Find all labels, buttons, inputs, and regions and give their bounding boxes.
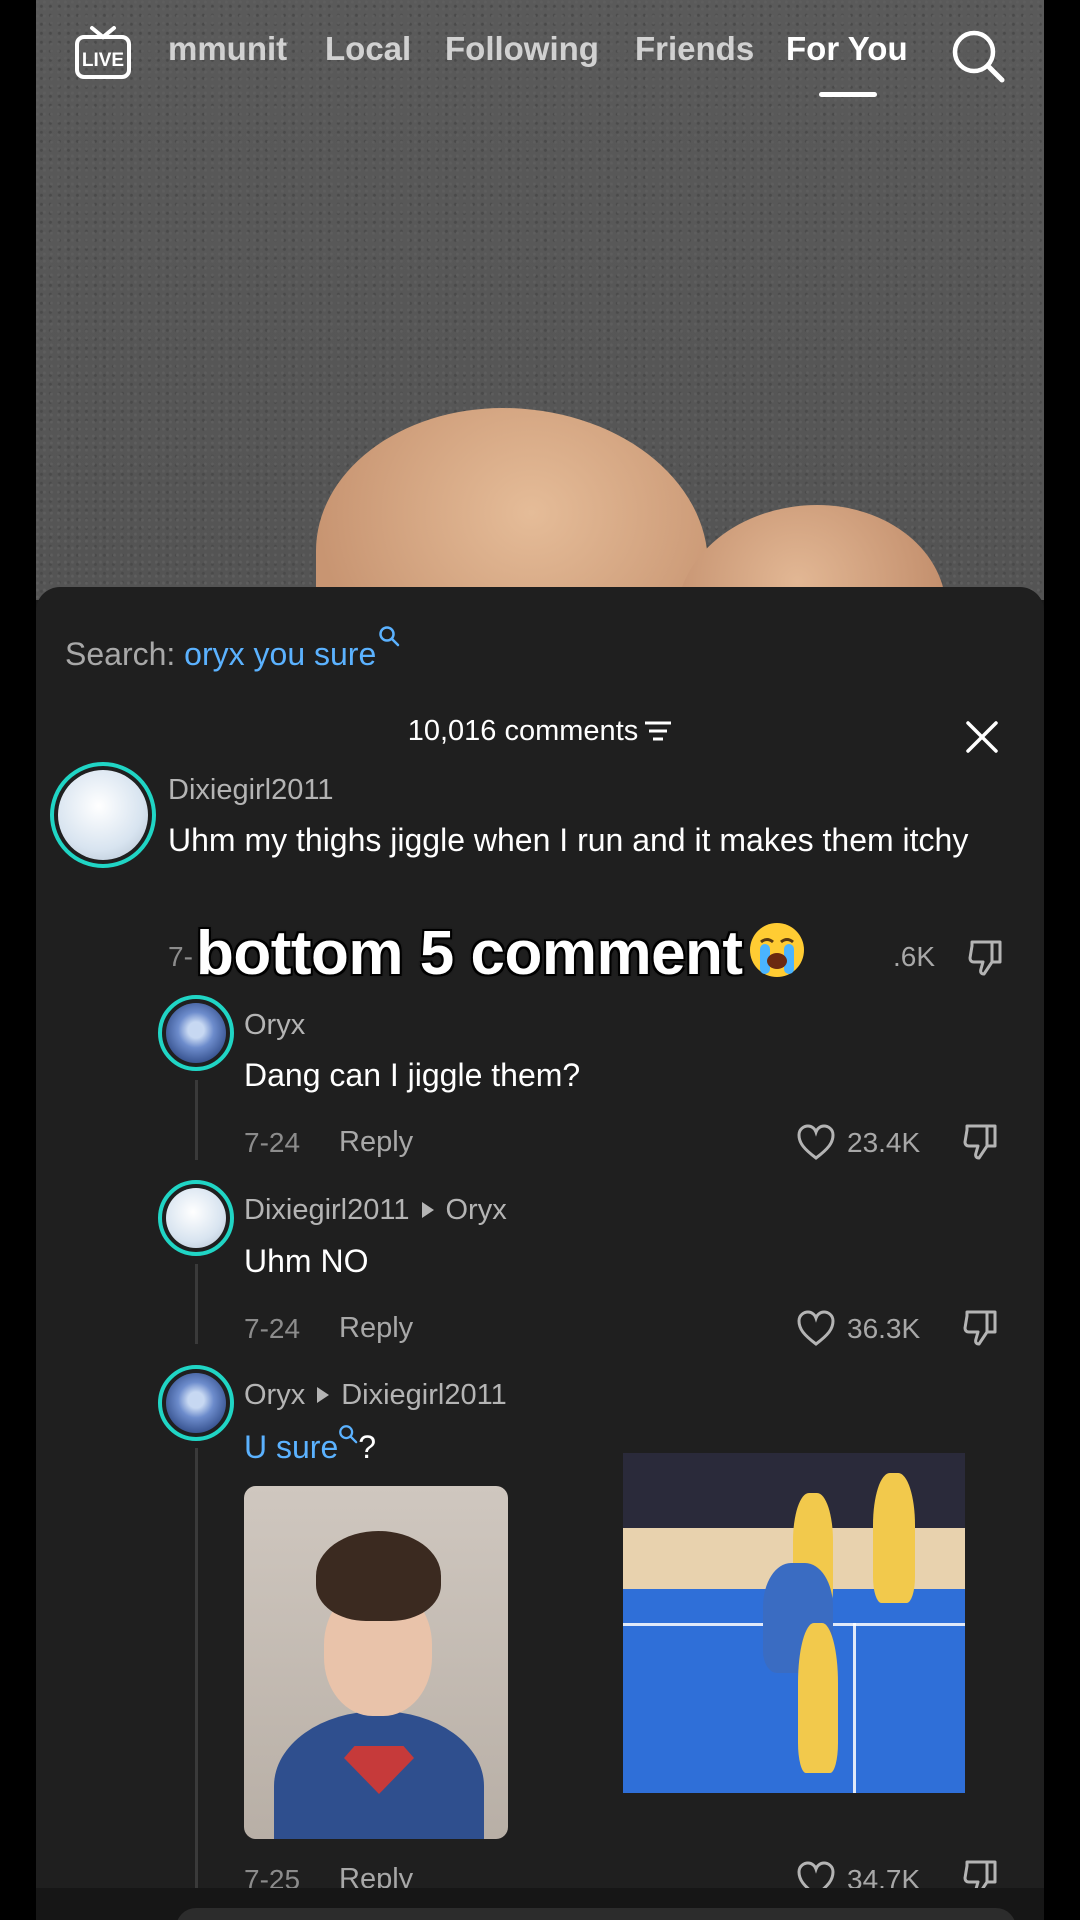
search-icon	[339, 1425, 358, 1444]
comments-header: 10,016 comments	[36, 715, 1044, 748]
sort-filter-icon[interactable]	[644, 720, 672, 742]
thread-line	[195, 1264, 198, 1344]
comment-username-row: Dixiegirl2011 Oryx	[244, 1194, 507, 1227]
add-comment-input[interactable]	[176, 1908, 1016, 1920]
reply-button[interactable]: Reply	[339, 1312, 413, 1345]
thread-line	[195, 1448, 198, 1890]
comments-count: 10,016 comments	[407, 715, 639, 747]
search-icon	[379, 626, 400, 647]
tab-for-you[interactable]: For You	[786, 30, 908, 68]
loudly-crying-face-icon	[749, 923, 804, 977]
search-suggestion[interactable]: Search: oryx you sure	[65, 625, 400, 673]
tab-community[interactable]: mmunity	[168, 30, 288, 68]
avatar[interactable]	[158, 1180, 234, 1256]
comment-text: Uhm NO	[244, 1243, 369, 1279]
like-count: 23.4K	[847, 1127, 921, 1158]
comment-username-row: Oryx Dixiegirl2011	[244, 1379, 507, 1412]
comment-text: Dang can I jiggle them?	[244, 1057, 581, 1093]
comment-date: 7-24	[244, 1313, 301, 1344]
search-icon[interactable]	[950, 28, 1006, 84]
caption-text: bottom 5 comment	[196, 919, 743, 988]
like-count: 36.3K	[847, 1313, 921, 1344]
comment-date: 7-24	[244, 1127, 301, 1158]
reply-to-username[interactable]: Oryx	[446, 1194, 507, 1226]
heart-icon[interactable]	[796, 1123, 836, 1161]
thread-line	[195, 1080, 198, 1160]
dislike-icon[interactable]	[966, 938, 1006, 978]
active-tab-indicator	[819, 92, 877, 97]
reply-arrow-icon	[421, 1202, 434, 1219]
heart-icon[interactable]	[796, 1309, 836, 1347]
reply-to-username[interactable]: Dixiegirl2011	[341, 1379, 507, 1411]
sticker-image-basketball[interactable]	[623, 1453, 965, 1793]
dislike-icon[interactable]	[961, 1122, 1001, 1162]
search-query-link[interactable]: oryx you sure	[184, 636, 376, 672]
comment-text: Uhm my thighs jiggle when I run and it m…	[168, 822, 969, 858]
dislike-icon[interactable]	[961, 1308, 1001, 1348]
reply-arrow-icon	[317, 1387, 330, 1404]
comment-date: 7-	[168, 941, 193, 972]
close-icon[interactable]	[965, 720, 999, 754]
comment-username[interactable]: Dixiegirl2011	[244, 1194, 410, 1226]
search-label: Search:	[65, 636, 176, 672]
tab-following[interactable]: Following	[445, 30, 599, 68]
top-navigation: LIVE mmunity Local Following Friends For…	[36, 0, 1044, 110]
tab-friends[interactable]: Friends	[635, 30, 754, 68]
video-caption-overlay: bottom 5 comment	[196, 918, 807, 989]
sticker-image-selfie[interactable]	[244, 1486, 508, 1839]
screen: LIVE mmunity Local Following Friends For…	[36, 0, 1044, 1920]
live-label: LIVE	[82, 50, 124, 71]
search-suggestion-link[interactable]: U sure	[244, 1429, 338, 1465]
avatar[interactable]	[158, 1365, 234, 1441]
comment-text-suffix: ?	[358, 1429, 377, 1465]
comment-username[interactable]: Dixiegirl2011	[168, 774, 334, 807]
tab-local[interactable]: Local	[325, 30, 411, 68]
like-count: .6K	[893, 941, 936, 972]
comment-username[interactable]: Oryx	[244, 1009, 305, 1042]
reply-button[interactable]: Reply	[339, 1126, 413, 1159]
comment-username[interactable]: Oryx	[244, 1379, 305, 1411]
live-tv-icon[interactable]: LIVE	[74, 24, 132, 80]
avatar[interactable]	[158, 995, 234, 1071]
avatar[interactable]	[50, 762, 156, 868]
